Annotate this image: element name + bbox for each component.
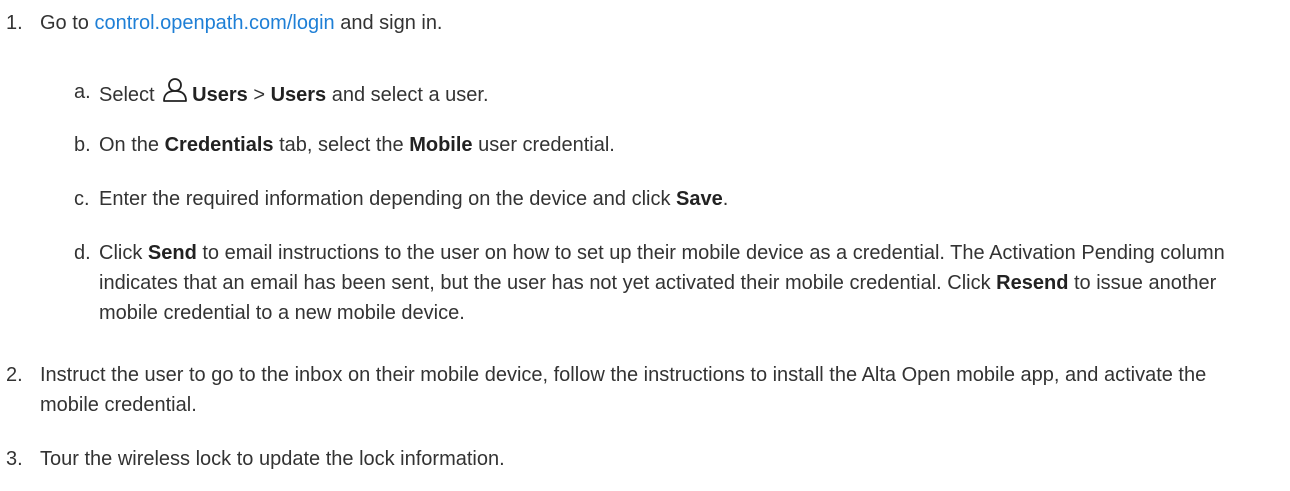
text-segment: .: [722, 188, 729, 210]
step-text: Tour the wireless lock to update the loc…: [40, 448, 505, 470]
substep-text: Enter the required information depending…: [99, 184, 1250, 214]
instructions-list: 1. Go to control.openpath.com/login and …: [0, 0, 1290, 491]
bold-term: Resend: [996, 272, 1069, 294]
substep-letter: b.: [74, 134, 91, 156]
login-link[interactable]: control.openpath.com/login: [94, 12, 334, 34]
text-segment: and select a user.: [326, 84, 489, 106]
bold-term: Send: [147, 242, 197, 264]
user-icon: [162, 77, 188, 103]
text-segment: Select: [99, 84, 161, 106]
step-number: 3.: [6, 448, 23, 470]
bold-term: Save: [676, 188, 723, 210]
substep-text: On the Credentials tab, select the Mobil…: [99, 130, 1250, 160]
substep-text: Select Users > Users and select a user.: [99, 77, 1250, 110]
step-text-pre: Go to: [40, 12, 95, 34]
text-segment: On the: [99, 134, 165, 156]
step-text: Instruct the user to go to the inbox on …: [40, 364, 1207, 416]
substep-letter: d.: [74, 242, 91, 264]
bold-term: Mobile: [409, 134, 473, 156]
step-number: 1.: [6, 12, 23, 34]
step-text: Go to control.openpath.com/login and sig…: [40, 8, 1250, 38]
text-segment: Enter the required information depending…: [99, 188, 677, 210]
step-number: 2.: [6, 364, 23, 386]
text-segment: >: [247, 84, 271, 106]
text-segment: tab, select the: [273, 134, 410, 156]
text-segment: Click: [99, 242, 148, 264]
step-text-post: and sign in.: [334, 12, 443, 34]
substep-letter: a.: [74, 81, 91, 103]
text-segment: user credential.: [472, 134, 615, 156]
bold-term: Users: [192, 84, 248, 106]
substep-text: Click Send to email instructions to the …: [99, 238, 1250, 328]
bold-term: Users: [270, 84, 327, 106]
substep-letter: c.: [74, 188, 90, 210]
bold-term: Credentials: [164, 134, 274, 156]
